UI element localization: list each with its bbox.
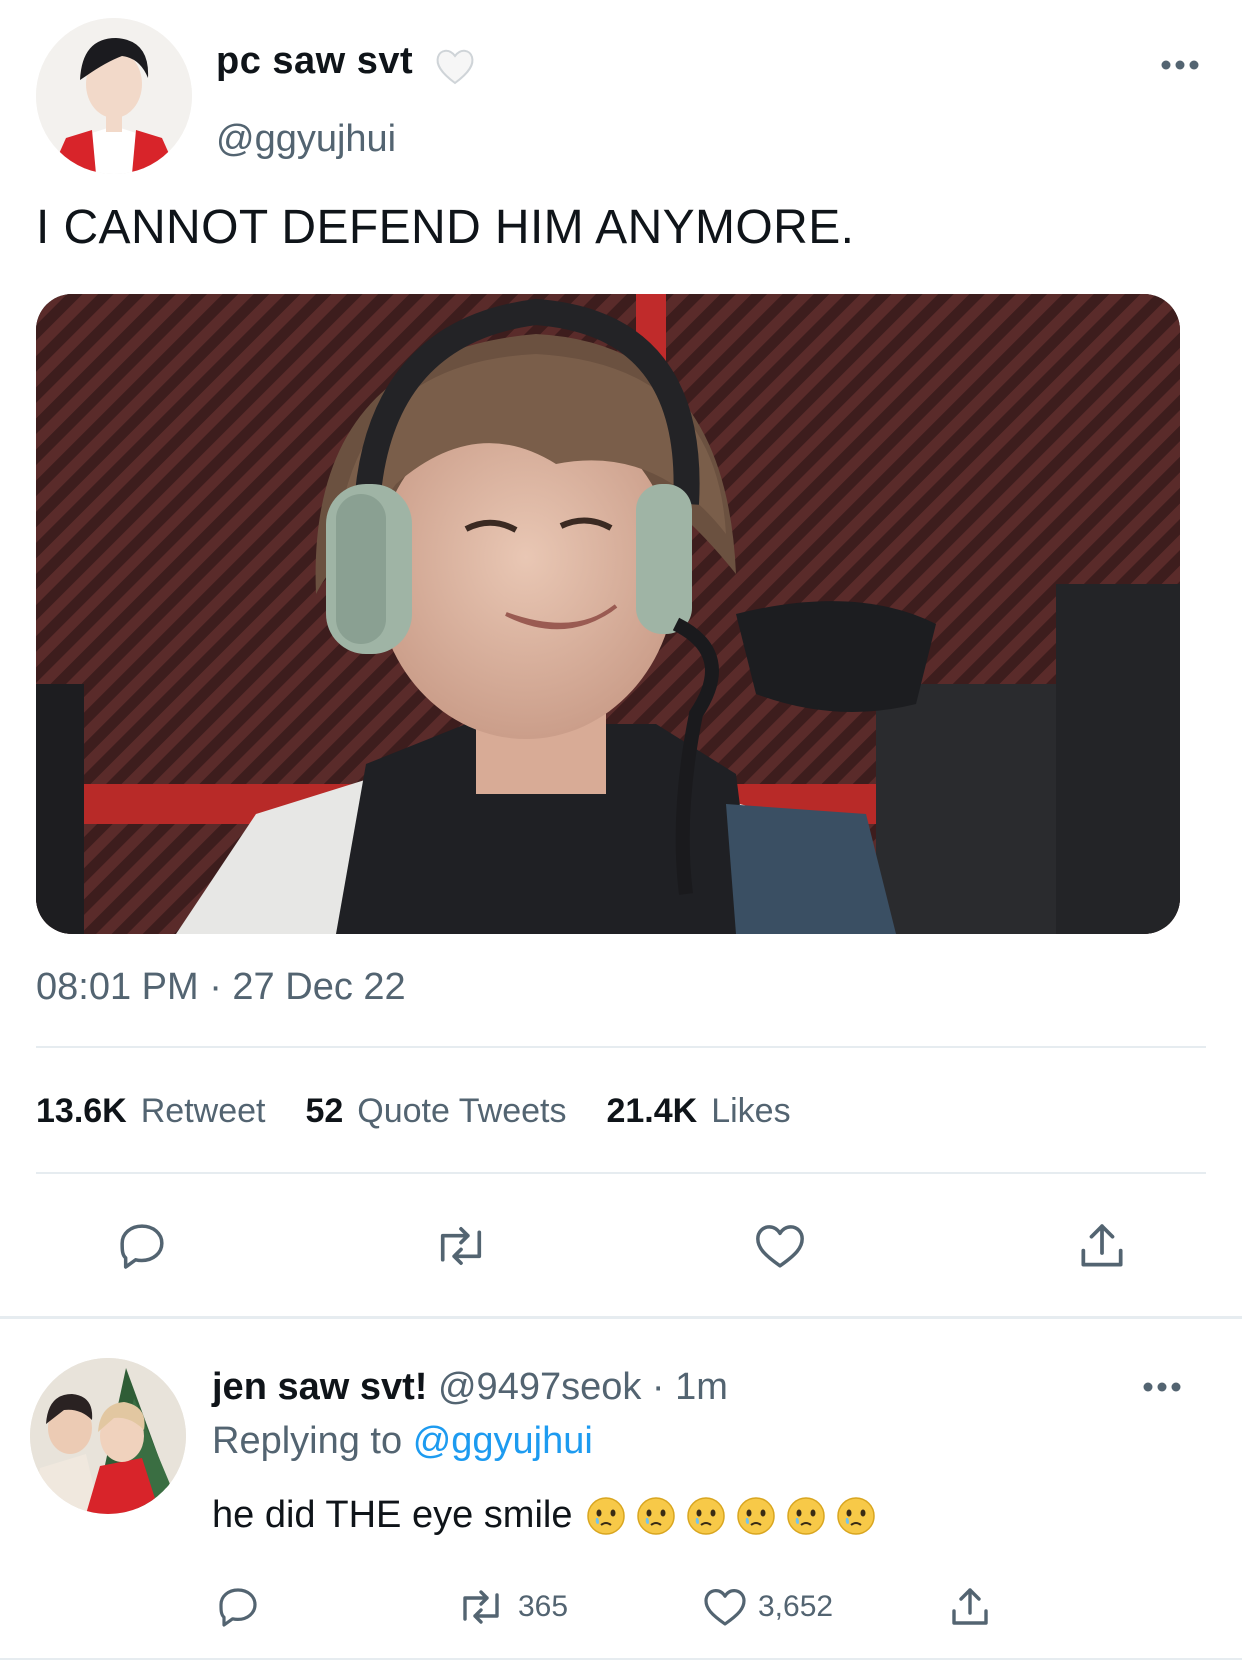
retweets-stat[interactable]: 13.6K Retweet xyxy=(36,1092,265,1131)
quotes-count: 52 xyxy=(305,1092,344,1130)
divider xyxy=(36,1172,1206,1174)
like-icon[interactable] xyxy=(748,1214,812,1278)
face-holding-back-tears-emoji-icon xyxy=(587,1496,626,1535)
reply-share-icon[interactable] xyxy=(944,1582,996,1632)
engagement-stats: 13.6K Retweet 52 Quote Tweets 21.4K Like… xyxy=(36,1092,831,1131)
reply-header: jen saw svt! @9497seok · 1m xyxy=(212,1366,728,1409)
tweet-photo[interactable] xyxy=(36,294,1180,934)
tweet-timestamp[interactable]: 08:01 PM · 27 Dec 22 xyxy=(36,966,406,1009)
more-options-icon[interactable] xyxy=(1160,58,1200,72)
face-holding-back-tears-emoji-icon xyxy=(837,1496,876,1535)
replying-prefix: Replying to xyxy=(212,1420,403,1462)
retweet-icon xyxy=(463,1590,499,1624)
reply-meta: @9497seok · 1m xyxy=(437,1366,728,1408)
reply-retweet-count: 365 xyxy=(518,1590,569,1623)
face-holding-back-tears-emoji-icon xyxy=(637,1496,676,1535)
display-name[interactable]: pc saw svt xyxy=(216,40,413,83)
likes-label: Likes xyxy=(711,1092,791,1130)
quotes-label: Quote Tweets xyxy=(357,1092,567,1130)
reply-text: he did THE eye smile xyxy=(212,1494,573,1536)
divider xyxy=(0,1316,1242,1319)
face-holding-back-tears-emoji-icon xyxy=(687,1496,726,1535)
retweets-count: 13.6K xyxy=(36,1092,127,1130)
reply-like-button[interactable]: 3,652 xyxy=(700,1582,870,1632)
likes-count: 21.4K xyxy=(606,1092,698,1130)
like-icon xyxy=(704,1589,746,1626)
face-holding-back-tears-emoji-icon xyxy=(737,1496,776,1535)
share-icon[interactable] xyxy=(1070,1214,1134,1278)
likes-stat[interactable]: 21.4K Likes xyxy=(606,1092,790,1131)
reply-icon[interactable] xyxy=(110,1214,174,1278)
replying-handle-link[interactable]: @ggyujhui xyxy=(413,1420,593,1462)
face-holding-back-tears-emoji-icon xyxy=(787,1496,826,1535)
emoji-group xyxy=(586,1496,876,1536)
quote-tweets-stat[interactable]: 52 Quote Tweets xyxy=(305,1092,566,1131)
reply-display-name[interactable]: jen saw svt! xyxy=(212,1366,427,1408)
handle[interactable]: @ggyujhui xyxy=(216,118,396,161)
reply-retweet-button[interactable]: 365 xyxy=(452,1582,602,1632)
more-options-icon[interactable] xyxy=(1142,1380,1182,1394)
replying-to: Replying to @ggyujhui xyxy=(212,1420,593,1463)
white-heart-emoji-icon xyxy=(434,46,476,88)
retweets-label: Retweet xyxy=(140,1092,266,1130)
divider xyxy=(0,1658,1242,1660)
avatar[interactable] xyxy=(36,18,192,174)
reply-avatar[interactable] xyxy=(30,1358,186,1514)
divider xyxy=(36,1046,1206,1048)
reply-text-row: he did THE eye smile xyxy=(212,1494,876,1537)
tweet-text: I CANNOT DEFEND HIM ANYMORE. xyxy=(36,201,855,254)
retweet-icon[interactable] xyxy=(426,1214,496,1278)
reply-reply-icon[interactable] xyxy=(210,1582,266,1632)
reply-like-count: 3,652 xyxy=(758,1590,834,1623)
